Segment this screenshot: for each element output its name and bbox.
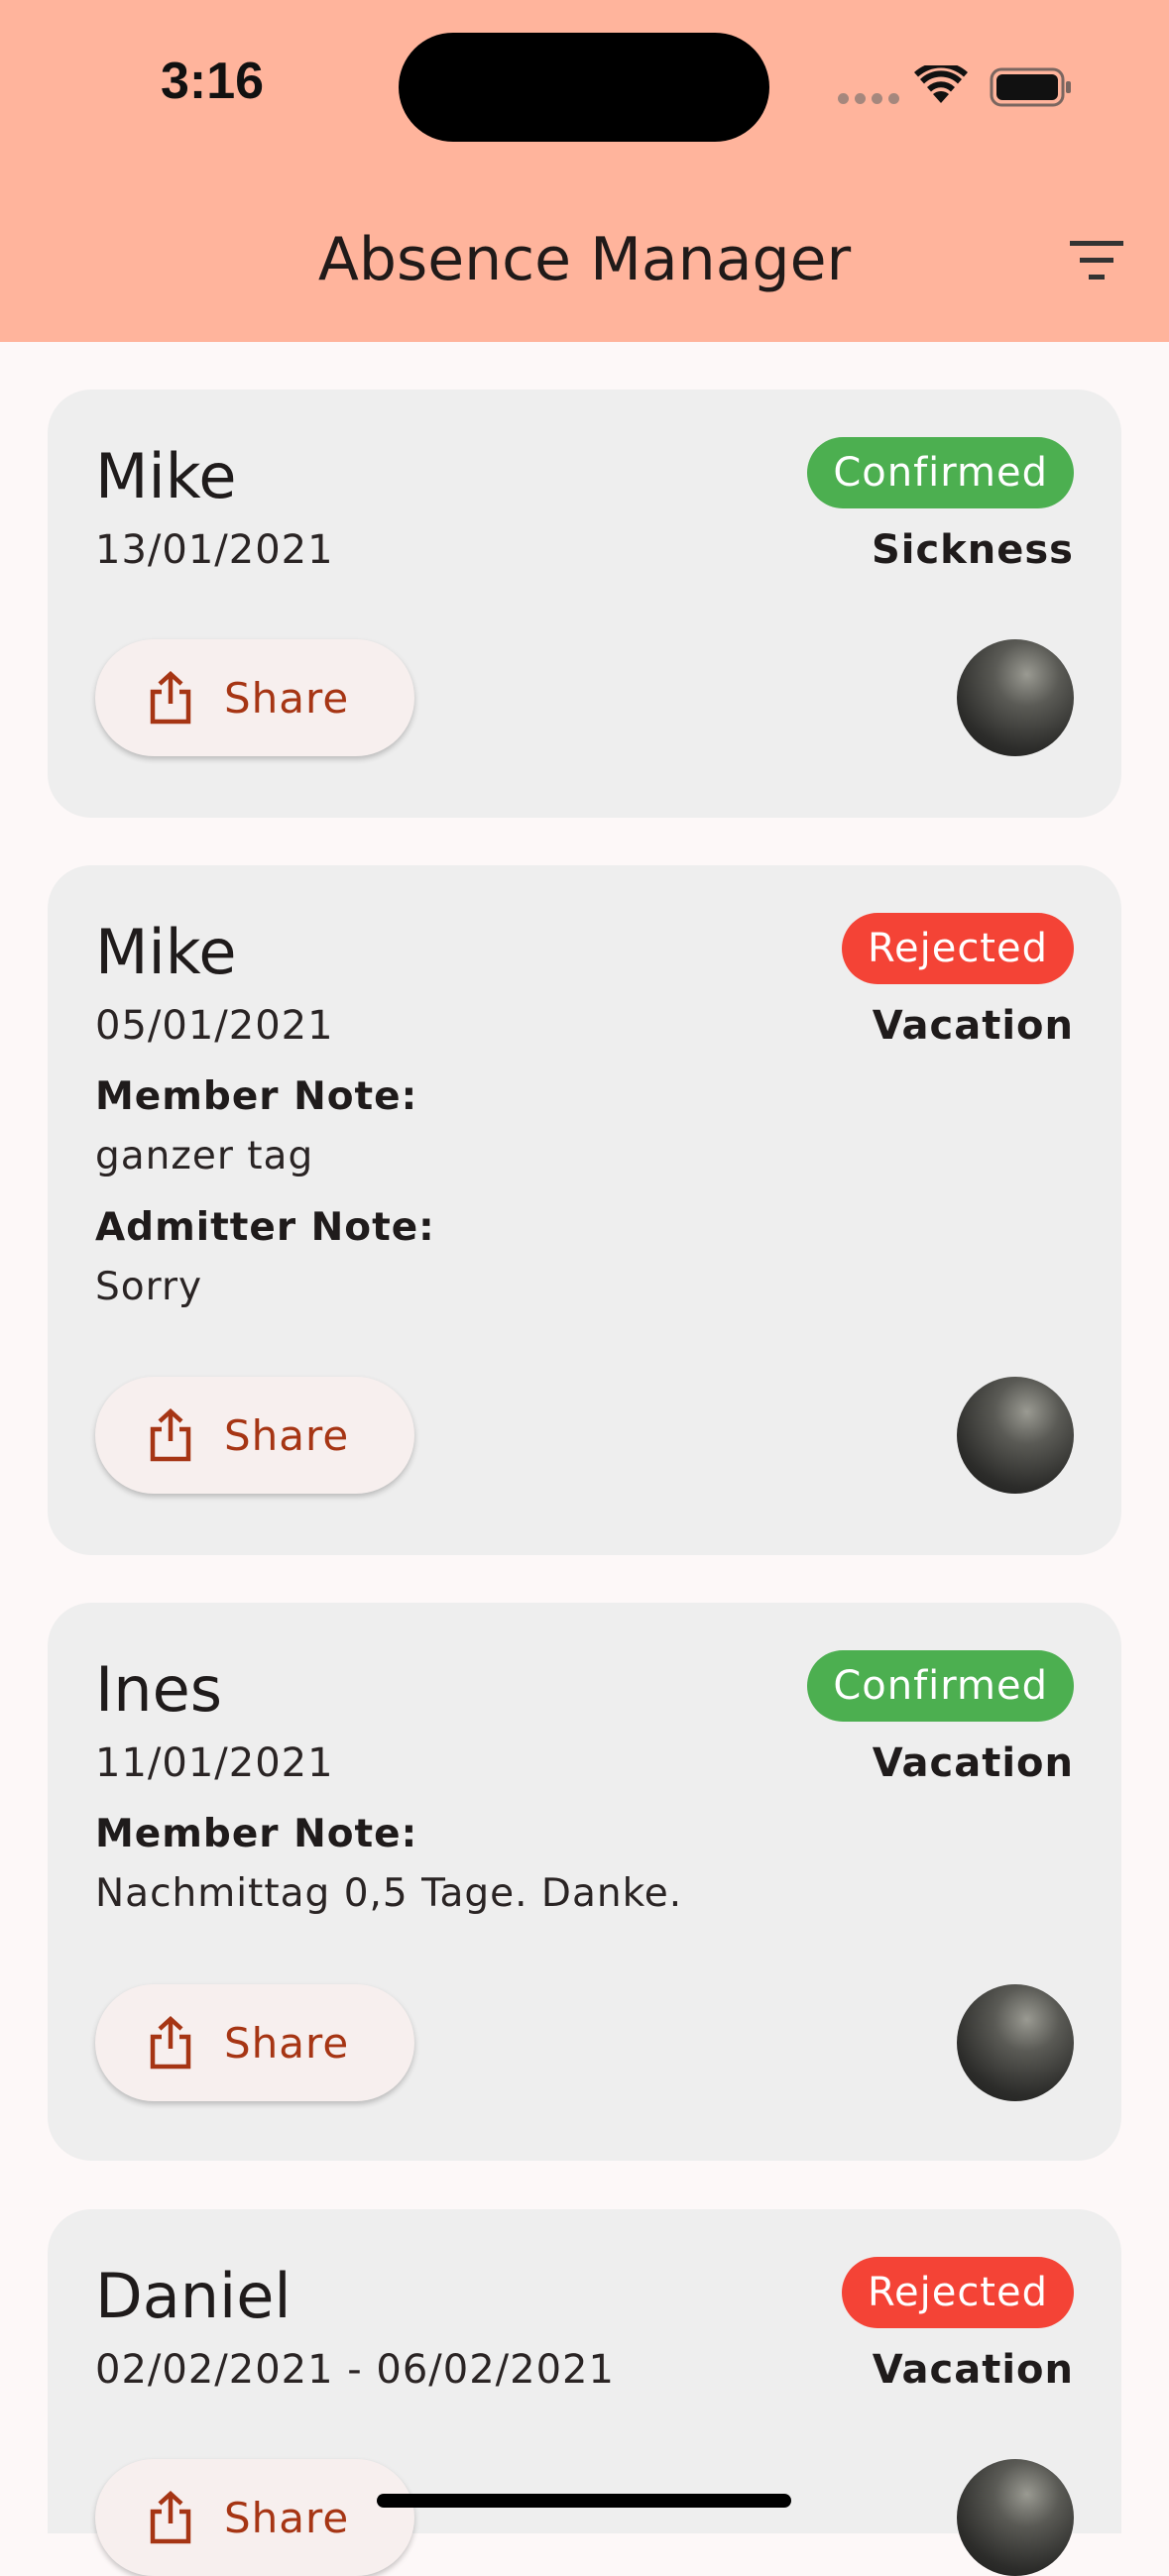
absence-date: 05/01/2021 xyxy=(95,1003,334,1049)
wifi-icon xyxy=(914,65,968,103)
member-note: Nachmittag 0,5 Tage. Danke. xyxy=(95,1871,683,1916)
cellular-signal-icon xyxy=(838,93,899,104)
admitter-note-label: Admitter Note: xyxy=(95,1205,435,1250)
absence-date: 02/02/2021 - 06/02/2021 xyxy=(95,2347,615,2393)
battery-icon xyxy=(990,67,1071,107)
absence-card: Mike Rejected 05/01/2021 Vacation Member… xyxy=(48,865,1121,1555)
member-note-label: Member Note: xyxy=(95,1074,418,1119)
absence-card: Daniel Rejected 02/02/2021 - 06/02/2021 … xyxy=(48,2209,1121,2576)
share-label: Share xyxy=(224,2493,350,2542)
filter-list-icon[interactable] xyxy=(1067,236,1126,285)
share-label: Share xyxy=(224,673,350,723)
status-badge: Confirmed xyxy=(807,1650,1074,1722)
avatar xyxy=(957,2459,1074,2576)
home-indicator[interactable] xyxy=(377,2494,791,2508)
member-name: Daniel xyxy=(95,2260,292,2332)
share-icon xyxy=(150,2490,191,2544)
share-button[interactable]: Share xyxy=(95,639,414,756)
absence-type: Vacation xyxy=(872,1003,1074,1049)
share-label: Share xyxy=(224,1410,350,1460)
share-icon xyxy=(150,670,191,725)
status-badge: Rejected xyxy=(841,2257,1074,2328)
status-badge: Rejected xyxy=(841,913,1074,984)
share-icon xyxy=(150,1407,191,1462)
avatar xyxy=(957,639,1074,756)
absence-type: Vacation xyxy=(872,2347,1074,2393)
absence-card: Ines Confirmed 11/01/2021 Vacation Membe… xyxy=(48,1603,1121,2161)
absence-date: 11/01/2021 xyxy=(95,1740,334,1786)
member-name: Mike xyxy=(95,916,237,988)
share-button[interactable]: Share xyxy=(95,2459,414,2576)
app-title: Absence Manager xyxy=(317,225,852,294)
absence-date: 13/01/2021 xyxy=(95,527,334,573)
avatar xyxy=(957,1984,1074,2101)
share-icon xyxy=(150,2015,191,2070)
member-note: ganzer tag xyxy=(95,1134,314,1178)
share-label: Share xyxy=(224,2018,350,2068)
admitter-note: Sorry xyxy=(95,1265,203,1309)
member-note-label: Member Note: xyxy=(95,1812,418,1856)
absence-card: Mike Confirmed 13/01/2021 Sickness Share xyxy=(48,390,1121,818)
status-badge: Confirmed xyxy=(807,437,1074,508)
avatar xyxy=(957,1377,1074,1494)
member-name: Ines xyxy=(95,1653,223,1726)
absence-type: Sickness xyxy=(871,527,1074,573)
member-name: Mike xyxy=(95,440,237,512)
app-bar: 3:16 Absence Manager xyxy=(0,0,1169,342)
share-button[interactable]: Share xyxy=(95,1377,414,1494)
share-button[interactable]: Share xyxy=(95,1984,414,2101)
dynamic-island xyxy=(399,33,769,142)
status-time: 3:16 xyxy=(161,53,265,110)
absence-type: Vacation xyxy=(872,1740,1074,1786)
